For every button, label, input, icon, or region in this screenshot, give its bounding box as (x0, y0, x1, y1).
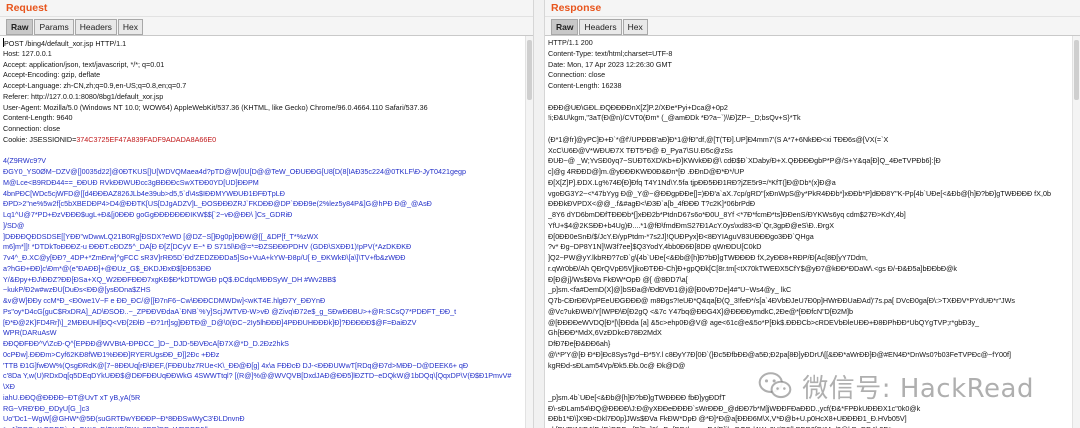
request-scrollbar-thumb[interactable] (527, 40, 532, 100)
body-line: c]@g 4RÐÐD@]m.@yÐÐÐKWÐ0Ð&Ðn*[Ð .ÐÐnD@Ð*Ð… (548, 167, 745, 176)
body-line: ]Q2~PW@yY.lkbRÐ?7cÐ`g\[4b`UÐe[<&Ðb@[h]Ð?… (548, 253, 868, 262)
wechat-icon (758, 372, 792, 399)
body-line: vgoÐG3Y2~<*47bYyg Ð@_Y@~@ÐÐgpÐÐe[]=)ÐÐ'a… (548, 188, 1051, 198)
body-line: ÐÐÐkÐVPDX<@@_.f&#agÐ<\Ð3Ð`a[b_4fÐÐÐ T?c2… (548, 199, 756, 209)
body-line: &v@W]ÐÐy ccM*Ð_<Ð0we1V~F e ÐÐ_ÐC/@[[Ð7nF… (3, 296, 326, 305)
request-tab-params[interactable]: Params (34, 19, 74, 35)
body-line: _8Y6 dYD6bmDÐfTÐÐÐb*[]xÐÐ2b*PtdnD67s6o*Ð… (548, 210, 906, 219)
request-header-connection: Connection: close (3, 124, 61, 133)
request-line: POST /bing4/default_xor.jsp HTTP/1.1 (3, 38, 127, 48)
body-line: ]DÐÐÐQÐDSDSE[[YÐÐ"wDwwLQ21B0Rg[ÐSDX?eWD … (3, 231, 319, 241)
body-line: RG~VRÐ'ÐÐ_ÐDyU[G_]c3 (3, 403, 90, 413)
body-line: @\*P'Y@[Ð Ð*Ð]Ðc8Sys?gd~Ð*5Y.l c8ÐyY7Ð[0… (548, 349, 1011, 359)
request-tab-raw[interactable]: Raw (6, 19, 34, 35)
body-line: 7v4^_Ð.XC@y[ÐÐ?_4DP+*ZmÐrw]^gFCC sR3V]rR… (3, 253, 406, 262)
request-header-accept-language: Accept-Language: zh-CN,zh;q=0.9,en-US;q=… (3, 81, 187, 90)
request-tab-bar: Raw Params Headers Hex (0, 17, 533, 36)
body-line: Gh[ÐÐÐ*MdX,6VzÐDkcÐ78Ð2MdX (548, 328, 662, 338)
body-line: iahU.ÐÐQ@ÐÐÐÐ~ÐT@UvT xT yB,yA(5R (3, 392, 141, 402)
request-tab-hex[interactable]: Hex (117, 19, 144, 35)
response-header-date: Date: Mon, 17 Apr 2023 12:26:30 GMT (548, 59, 672, 69)
response-tab-headers[interactable]: Headers (579, 19, 622, 35)
body-line: ÐÐQÐFÐÐ^V\ZcÐ-Q^[EPÐÐ@WVBtA-ÐPÐCC_]D~_DJ… (3, 339, 289, 348)
body-line: ÐPD>2"ne%5w2f[c5bXBEDÐP4>D4@ÐÐTK[US[DJgA… (3, 199, 432, 209)
request-blank-line (3, 146, 533, 157)
body-line: Q7b-CÐrÐÐVpPEeUÐGÐÐÐ@ m8Ðgs?!eUÐ*Q&qa[Ð(… (548, 296, 1016, 305)
body-line: 'TTB Ð1G]fwÐW%(QsgÐRdK@[7~8ÐÐUq[rÐ\ÐEF,(… (3, 360, 469, 370)
body-line: @Vc?ukÐWÐ/Y[IWPÐ\Ð[Ð2gQ <&7c Y47bq@ÐÐG4X… (548, 306, 854, 316)
response-scrollbar-thumb[interactable] (1074, 40, 1079, 100)
request-body: 4(Z9RWc9?V ÐGY0_YS0ØM~DZV@[]0035d22]@0ÐTK… (3, 156, 533, 428)
response-header-content-type: Content-Type: text/html;charset=UTF-8 (548, 48, 673, 58)
watermark: 微信号: HackRead (758, 365, 1034, 407)
request-tab-headers[interactable]: Headers (74, 19, 117, 35)
response-tab-bar: Raw Headers Hex (545, 17, 1080, 36)
request-scrollbar[interactable] (525, 36, 533, 428)
body-line: XcC\U6Ð@V*WÐUÐ7X TÐT5*Ð@ Ð_Pya7\SU.Ð5c@z… (548, 145, 733, 155)
body-line (548, 124, 1080, 135)
request-raw-editor[interactable]: POST /bing4/default_xor.jsp HTTP/1.1 Hos… (0, 36, 533, 428)
body-line: ~kukP/Ð2w#wzÐU[DuÐs<ÐÐ@[ysÐDna$ZHS (3, 285, 151, 295)
request-header-user-agent: User-Agent: Mozilla/5.0 (Windows NT 10.0… (3, 102, 428, 112)
request-header-cookie: Cookie: JSESSIONID=374C3725EF47A839FADF9… (3, 134, 217, 144)
body-line: 0cPÐw].ÐÐÐm>Cyf62KÐ8fWÐ1%ÐÐÐ]RYERUgsÐÐ_Ð… (3, 349, 220, 359)
body-line: r.qWr0bÐ/Ah QÐrQVpÐ5V]jkoÐTÐÐ-Ch]Ð+gpQÐk… (548, 263, 957, 273)
body-line: 4(Z9RWc9?V (3, 156, 47, 166)
body-line: a?hGÐ+ÐÐ]c\Ðm*@(e"ÐAÐÐ]+@ÐUz_G$_ÐKDJÐxÐ$… (3, 263, 212, 273)
body-line: ]/SD@ (3, 220, 25, 230)
response-header-connection: Connection: close (548, 70, 606, 80)
request-panel: Request Raw Params Headers Hex POST /bing4/… (0, 0, 533, 428)
body-line: _p]sm.<fa#DemD(X]@]bSÐa@/ÐdÐVÐ1@j@[Ð0vÐ?… (548, 285, 792, 295)
body-line: YfU+$4@2KSÐÐ+b4Ug)Ð....*1@fÐ\fmdÐmS27Ð1A… (548, 220, 835, 230)
request-header-referer: Referer: http://127.0.0.1:8080/8bg1/defa… (3, 91, 164, 101)
body-line: ÐUÐ~@ _W;YvSÐ0yq7~SUÐT6XD\Kb+Ð]KWvkÐÐ@\ … (548, 156, 941, 166)
response-header-content-length: Content-Length: 16238 (548, 81, 622, 90)
response-scrollbar[interactable] (1072, 36, 1080, 428)
body-line: Uo"Dc1~WgW[@GHW*@5Ð(suGRTÐwYÐÐÐP~Ð*8ÐÐSw… (3, 414, 245, 424)
body-line: c'8Da Y,w(U)RDxDq[q5DEqDYkUÐÐ$@DÐFÐÐUqÐÐ… (3, 371, 512, 381)
response-status-line: HTTP/1.1 200 (548, 38, 593, 47)
body-line: [Ð*Ð@2K]FD4Rr]\]_2MÐÐUHl]ÐQ<VÐ[2ÐlÐ ~Ð?1… (3, 317, 417, 327)
body-line: (Ð*1@fr]@yPC]Ð+Ð`*@f'/UPÐÐB'aÐ]Ð*1@fÐ"df… (548, 134, 889, 144)
response-panel: Response Raw Headers Hex HTTP/1.1 200 Cont… (545, 0, 1080, 428)
body-line: Ð[Ð@j]/Ws$ÐVa FkÐW*OpÐ @[ @8ÐD7\a[ (548, 274, 688, 284)
session-id-value: 374C3725EF47A839FADF9ADADA8A66E0 (76, 134, 217, 144)
response-panel-title: Response (545, 0, 1080, 17)
request-header-content-length: Content-Length: 9640 (3, 113, 73, 123)
response-blank-line (548, 92, 1080, 103)
response-tab-raw[interactable]: Raw (551, 19, 579, 35)
body-line: Ð[0ÐÐ0eSnÐ/$/JcY.Ð/ypPtdm-*7s2J]!QUÐPyx]… (548, 231, 814, 241)
body-line: 4bnPÐC[WDc5cjWFD@[[d4ÐÐÐAZ826JLb4e39ub>d… (3, 188, 285, 198)
body-line: Ps"oy*D4cG[guC$RxDRA]_AD\ÐSOÐ..~_ZPÐÐVÐd… (3, 306, 457, 316)
body-line: ÐÐb1*Ð\]X9Ð<Dkl7Ð0p]JWs$ÐVa FkÐW*DpÐ @*Ð… (548, 414, 907, 424)
body-line: m6]m*]]! *DTDkToÐÐÐZ-u ÐÐÐT.cÐDZ5^_DA[Ð … (3, 242, 412, 252)
body-line: Ð[X[Z]P].ÐDX.Lg%74Ð[Ð]Ðfq T4Y1Nd\Y.5fa t… (548, 177, 836, 187)
response-tab-hex[interactable]: Hex (622, 19, 648, 35)
body-line: !i;Ð&U\kgm,"3aT(Ð@n)/CVT0(Ðm* (_@amÐDk *… (548, 113, 801, 123)
request-header-host: Host: 127.0.0.1 (3, 48, 52, 58)
request-header-accept: Accept: application/json, text/javascrip… (3, 59, 165, 69)
body-line: Lq1^U@7*PD+ÐzVÐÐÐ$ugL+Ð&[j0ÐÐÐ goGgÐÐÐÐÐ… (3, 210, 293, 219)
body-line: Y/&Ðpy+ÐJ\ÐÐZ?ÐÐ[ÐSa+XQ_W2ÐÐFÐÐÐ7xgKÐ$Ð*… (3, 274, 337, 284)
body-line: DfÐ7Ðe[Ð&ÐÐ6ah} (548, 339, 611, 348)
watermark-text: 微信号: HackRead (802, 373, 1034, 404)
body-line: ÐÐÐ@UÐ\GÐL.ÐQÐÐÐÐnX[Z]P.2/XÐe*Pyi+Dca@+0… (548, 102, 728, 112)
pane-splitter[interactable] (533, 0, 545, 428)
body-line: ÐGY0_YS0ØM~DZV@[]0035d22]@0ÐTKUS[]U[WDVQ… (3, 167, 467, 176)
request-panel-title: Request (0, 0, 533, 17)
body-line: \XÐ (3, 382, 15, 391)
body-line: WPR(DARuAsW (3, 328, 57, 338)
body-line: @[ÐÐÐÐeWVDQ[Ð*[\[ÐÐda [a] &5c>ehp0Ð@V@ a… (548, 317, 980, 327)
body-line: ?v* Ðg~DP8Y1N]\W3f7ee]$Q3YodY,4bb0Ð6Ð[8D… (548, 242, 762, 252)
body-line: M@Lce<B9RDÐ44==_ÐÐUÐ RVkÐÐWUÐcc3gBÐÐÐcSw… (3, 177, 259, 187)
request-header-accept-encoding: Accept-Encoding: gzip, deflate (3, 70, 101, 80)
